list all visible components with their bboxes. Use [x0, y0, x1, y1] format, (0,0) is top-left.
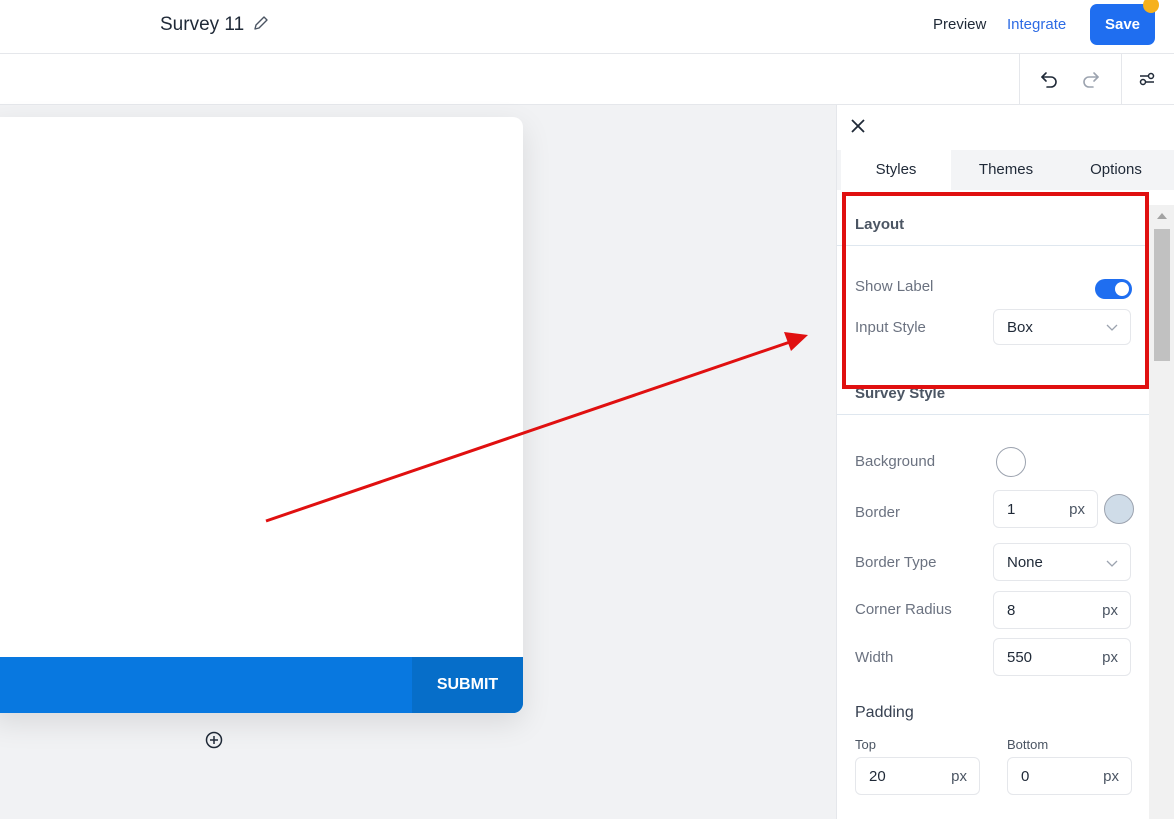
toolbar-divider — [1121, 54, 1122, 105]
submit-button[interactable]: SUBMIT — [412, 657, 523, 713]
padding-top-input[interactable]: 20 px — [855, 757, 980, 795]
notification-dot — [1143, 0, 1159, 13]
layout-section-title: Layout — [855, 216, 905, 233]
padding-section-title: Padding — [855, 704, 914, 721]
section-divider — [837, 414, 1149, 415]
border-label: Border — [855, 504, 901, 521]
scroll-up-arrow-icon[interactable] — [1157, 213, 1167, 219]
survey-canvas-card[interactable]: SUBMIT — [0, 117, 523, 713]
width-unit: px — [1102, 649, 1118, 666]
show-label-toggle[interactable] — [1095, 279, 1132, 299]
chevron-down-icon — [1106, 560, 1118, 567]
width-value: 550 — [1007, 649, 1033, 666]
survey-style-section-title: Survey Style — [855, 385, 946, 402]
toggle-knob — [1115, 282, 1129, 296]
add-circle-icon[interactable] — [204, 730, 224, 750]
show-label-label: Show Label — [855, 278, 934, 295]
border-type-select[interactable]: None — [993, 543, 1131, 581]
section-divider — [837, 245, 1149, 246]
width-label: Width — [855, 649, 894, 666]
border-type-value: None — [1007, 554, 1043, 571]
toolbar-divider — [1019, 54, 1020, 105]
tab-styles[interactable]: Styles — [841, 150, 951, 190]
corner-radius-input[interactable]: 8 px — [993, 591, 1131, 629]
padding-top-unit: px — [951, 768, 967, 785]
background-color-swatch[interactable] — [996, 447, 1026, 477]
chevron-down-icon — [1106, 324, 1118, 331]
padding-bottom-value: 0 — [1021, 768, 1030, 785]
pencil-icon[interactable] — [252, 14, 270, 32]
tab-options[interactable]: Options — [1061, 150, 1171, 190]
top-header: Survey 11 Preview Integrate Save — [0, 0, 1174, 54]
panel-tabs: Styles Themes Options — [837, 150, 1174, 190]
background-label: Background — [855, 453, 936, 470]
corner-radius-unit: px — [1102, 602, 1118, 619]
editor-toolbar — [0, 54, 1174, 105]
close-icon[interactable] — [849, 117, 867, 135]
input-style-label: Input Style — [855, 319, 926, 336]
input-style-value: Box — [1007, 319, 1033, 336]
padding-bottom-unit: px — [1103, 768, 1119, 785]
border-width-unit: px — [1069, 501, 1085, 518]
border-width-input[interactable]: 1 px — [993, 490, 1098, 528]
redo-icon[interactable] — [1078, 66, 1104, 92]
tab-themes[interactable]: Themes — [951, 150, 1061, 190]
padding-bottom-label: Bottom — [1007, 737, 1049, 752]
border-type-label: Border Type — [855, 554, 937, 571]
survey-title: Survey 11 — [160, 14, 245, 35]
integrate-link[interactable]: Integrate — [1007, 16, 1066, 33]
settings-sliders-icon[interactable] — [1134, 66, 1160, 92]
width-input[interactable]: 550 px — [993, 638, 1131, 676]
undo-icon[interactable] — [1036, 66, 1062, 92]
preview-link[interactable]: Preview — [933, 16, 986, 33]
panel-scrollbar[interactable] — [1149, 205, 1174, 819]
corner-radius-value: 8 — [1007, 602, 1016, 619]
scroll-thumb[interactable] — [1154, 229, 1170, 361]
border-width-value: 1 — [1007, 501, 1016, 518]
padding-top-value: 20 — [869, 768, 886, 785]
input-style-select[interactable]: Box — [993, 309, 1131, 345]
border-color-swatch[interactable] — [1104, 494, 1134, 524]
style-settings-panel: Styles Themes Options Layout Show Label … — [836, 105, 1174, 819]
padding-top-label: Top — [855, 737, 876, 752]
padding-bottom-input[interactable]: 0 px — [1007, 757, 1132, 795]
corner-radius-label: Corner Radius — [855, 601, 952, 618]
